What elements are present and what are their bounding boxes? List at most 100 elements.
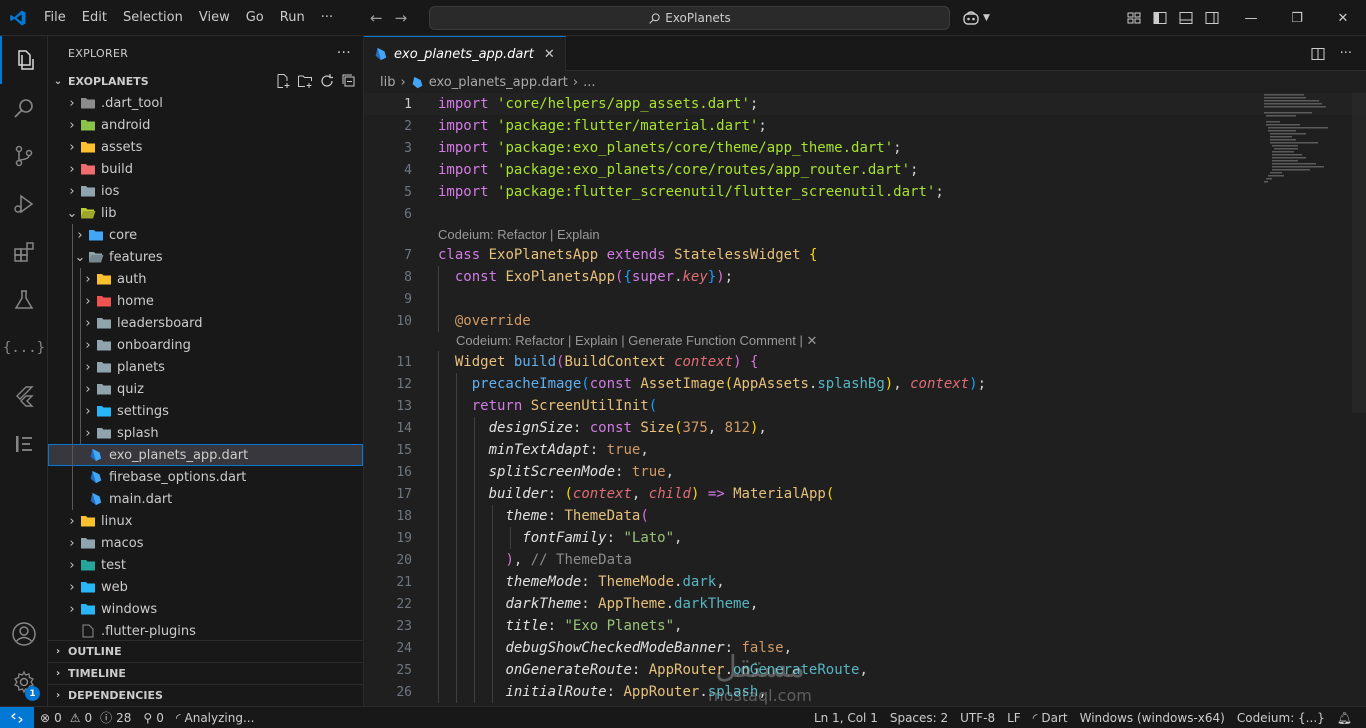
- tree-folder[interactable]: › test: [48, 554, 363, 576]
- device-selector[interactable]: Windows (windows-x64): [1074, 711, 1231, 725]
- explorer-title: EXPLORER: [68, 46, 129, 60]
- end-of-line[interactable]: LF: [1001, 711, 1027, 725]
- code-line: 9: [364, 288, 1366, 310]
- command-center-search[interactable]: ExoPlanets: [429, 6, 950, 30]
- tree-folder[interactable]: ⌄ lib: [48, 202, 363, 224]
- codeium-codelens[interactable]: Codeium: Refactor | Explain | Generate F…: [456, 331, 817, 351]
- tree-file[interactable]: exo_planets_app.dart: [48, 444, 363, 466]
- toggle-panel-icon[interactable]: [1178, 10, 1194, 26]
- tree-folder[interactable]: › web: [48, 576, 363, 598]
- more-actions-icon[interactable]: ···: [1340, 46, 1352, 61]
- tree-folder[interactable]: › ios: [48, 180, 363, 202]
- toggle-secondary-sidebar-icon[interactable]: [1204, 10, 1220, 26]
- tree-item-label: quiz: [117, 381, 144, 397]
- menu-run[interactable]: Run: [272, 0, 313, 36]
- dependencies-section-header[interactable]: › DEPENDENCIES: [48, 684, 364, 706]
- new-file-icon[interactable]: [275, 73, 291, 89]
- testing-icon[interactable]: [0, 276, 48, 324]
- codeium-codelens[interactable]: Codeium: Refactor | Explain: [438, 224, 600, 244]
- code-text: onGenerateRoute: AppRouter.onGenerateRou…: [505, 662, 868, 678]
- problems-indicator[interactable]: ⊗ 0 ⚠ 0 ⓘ 28: [34, 709, 137, 726]
- search-icon[interactable]: [0, 84, 48, 132]
- close-tab-icon[interactable]: ✕: [544, 47, 555, 62]
- vertical-scrollbar[interactable]: [1352, 93, 1366, 413]
- collapse-all-icon[interactable]: [341, 73, 357, 89]
- explorer-icon[interactable]: [0, 36, 48, 84]
- menu-selection[interactable]: Selection: [115, 0, 191, 36]
- notifications-bell-icon[interactable]: 🔔︎: [1331, 711, 1358, 725]
- tree-folder[interactable]: › onboarding: [48, 334, 363, 356]
- more-actions-icon[interactable]: ···: [337, 45, 351, 61]
- chevron-right-icon: ›: [69, 535, 75, 551]
- tree-item-label: ios: [101, 183, 120, 199]
- tree-folder[interactable]: › .dart_tool: [48, 92, 363, 114]
- tab-exo-planets-app[interactable]: exo_planets_app.dart ✕: [364, 36, 566, 71]
- outline-section-header[interactable]: › OUTLINE: [48, 640, 364, 662]
- remote-indicator-icon[interactable]: [0, 706, 34, 728]
- source-control-icon[interactable]: [0, 132, 48, 180]
- forward-arrow-icon[interactable]: →: [395, 9, 408, 27]
- breadcrumb-symbol[interactable]: ...: [583, 75, 595, 90]
- menu-go[interactable]: Go: [238, 0, 272, 36]
- close-icon[interactable]: ✕: [1320, 0, 1366, 36]
- menu-more[interactable]: ···: [313, 0, 341, 36]
- timeline-section-header[interactable]: › TIMELINE: [48, 662, 364, 684]
- menu-edit[interactable]: Edit: [74, 0, 115, 36]
- tree-folder[interactable]: › quiz: [48, 378, 363, 400]
- indentation[interactable]: Spaces: 2: [884, 711, 954, 725]
- customize-layout-icon[interactable]: [1126, 10, 1142, 26]
- folder-icon: [96, 337, 112, 353]
- refresh-icon[interactable]: [319, 73, 335, 89]
- tree-folder[interactable]: › planets: [48, 356, 363, 378]
- cursor-position[interactable]: Ln 1, Col 1: [808, 711, 884, 725]
- encoding[interactable]: UTF-8: [954, 711, 1001, 725]
- tree-folder[interactable]: › splash: [48, 422, 363, 444]
- tree-folder[interactable]: › macos: [48, 532, 363, 554]
- line-number: 12: [396, 376, 412, 392]
- language-mode[interactable]: ◜ Dart: [1027, 711, 1074, 725]
- code-editor[interactable]: 1 import 'core/helpers/app_assets.dart'; …: [364, 93, 1366, 706]
- tree-folder[interactable]: › settings: [48, 400, 363, 422]
- minimap[interactable]: [1262, 92, 1352, 192]
- tree-file[interactable]: firebase_options.dart: [48, 466, 363, 488]
- minimize-icon[interactable]: —: [1228, 0, 1274, 36]
- tree-folder[interactable]: › windows: [48, 598, 363, 620]
- restore-icon[interactable]: ❐: [1274, 0, 1320, 36]
- breadcrumb-file[interactable]: exo_planets_app.dart: [429, 75, 568, 90]
- analyzing-status[interactable]: ◜ Analyzing...: [170, 711, 261, 725]
- project-section-header[interactable]: ⌄ EXOPLANETS: [48, 70, 363, 92]
- breadcrumb-lib[interactable]: lib: [380, 75, 395, 90]
- extensions-icon[interactable]: [0, 228, 48, 276]
- account-icon[interactable]: [0, 610, 48, 658]
- settings-gear-icon[interactable]: 1: [0, 658, 48, 706]
- list-icon[interactable]: [0, 420, 48, 468]
- toggle-primary-sidebar-icon[interactable]: [1152, 10, 1168, 26]
- tree-folder[interactable]: › leadersboard: [48, 312, 363, 334]
- tree-folder[interactable]: › build: [48, 158, 363, 180]
- tree-file[interactable]: .flutter-plugins: [48, 620, 363, 642]
- tree-folder[interactable]: › home: [48, 290, 363, 312]
- code-line: 10 @override: [364, 310, 1366, 332]
- menu-view[interactable]: View: [191, 0, 238, 36]
- explorer-header: EXPLORER ···: [48, 36, 363, 70]
- back-arrow-icon[interactable]: ←: [370, 9, 383, 27]
- run-debug-icon[interactable]: [0, 180, 48, 228]
- tree-folder[interactable]: › linux: [48, 510, 363, 532]
- chevron-right-icon: ›: [69, 95, 75, 111]
- json-icon[interactable]: {...}: [0, 324, 48, 372]
- chevron-down-icon: ⌄: [66, 205, 78, 221]
- codeium-status[interactable]: Codeium: {...}: [1231, 711, 1331, 725]
- tree-folder[interactable]: › android: [48, 114, 363, 136]
- new-folder-icon[interactable]: [297, 73, 313, 89]
- copilot-button[interactable]: ▼: [962, 0, 990, 36]
- tree-folder[interactable]: › assets: [48, 136, 363, 158]
- ports-indicator[interactable]: ⚲ 0: [137, 711, 169, 725]
- chevron-right-icon: ›: [85, 315, 91, 331]
- menu-file[interactable]: File: [36, 0, 74, 36]
- tree-file[interactable]: main.dart: [48, 488, 363, 510]
- tree-folder[interactable]: ⌄ features: [48, 246, 363, 268]
- split-editor-icon[interactable]: [1310, 46, 1326, 62]
- tree-folder[interactable]: › core: [48, 224, 363, 246]
- tree-folder[interactable]: › auth: [48, 268, 363, 290]
- flutter-icon[interactable]: [0, 372, 48, 420]
